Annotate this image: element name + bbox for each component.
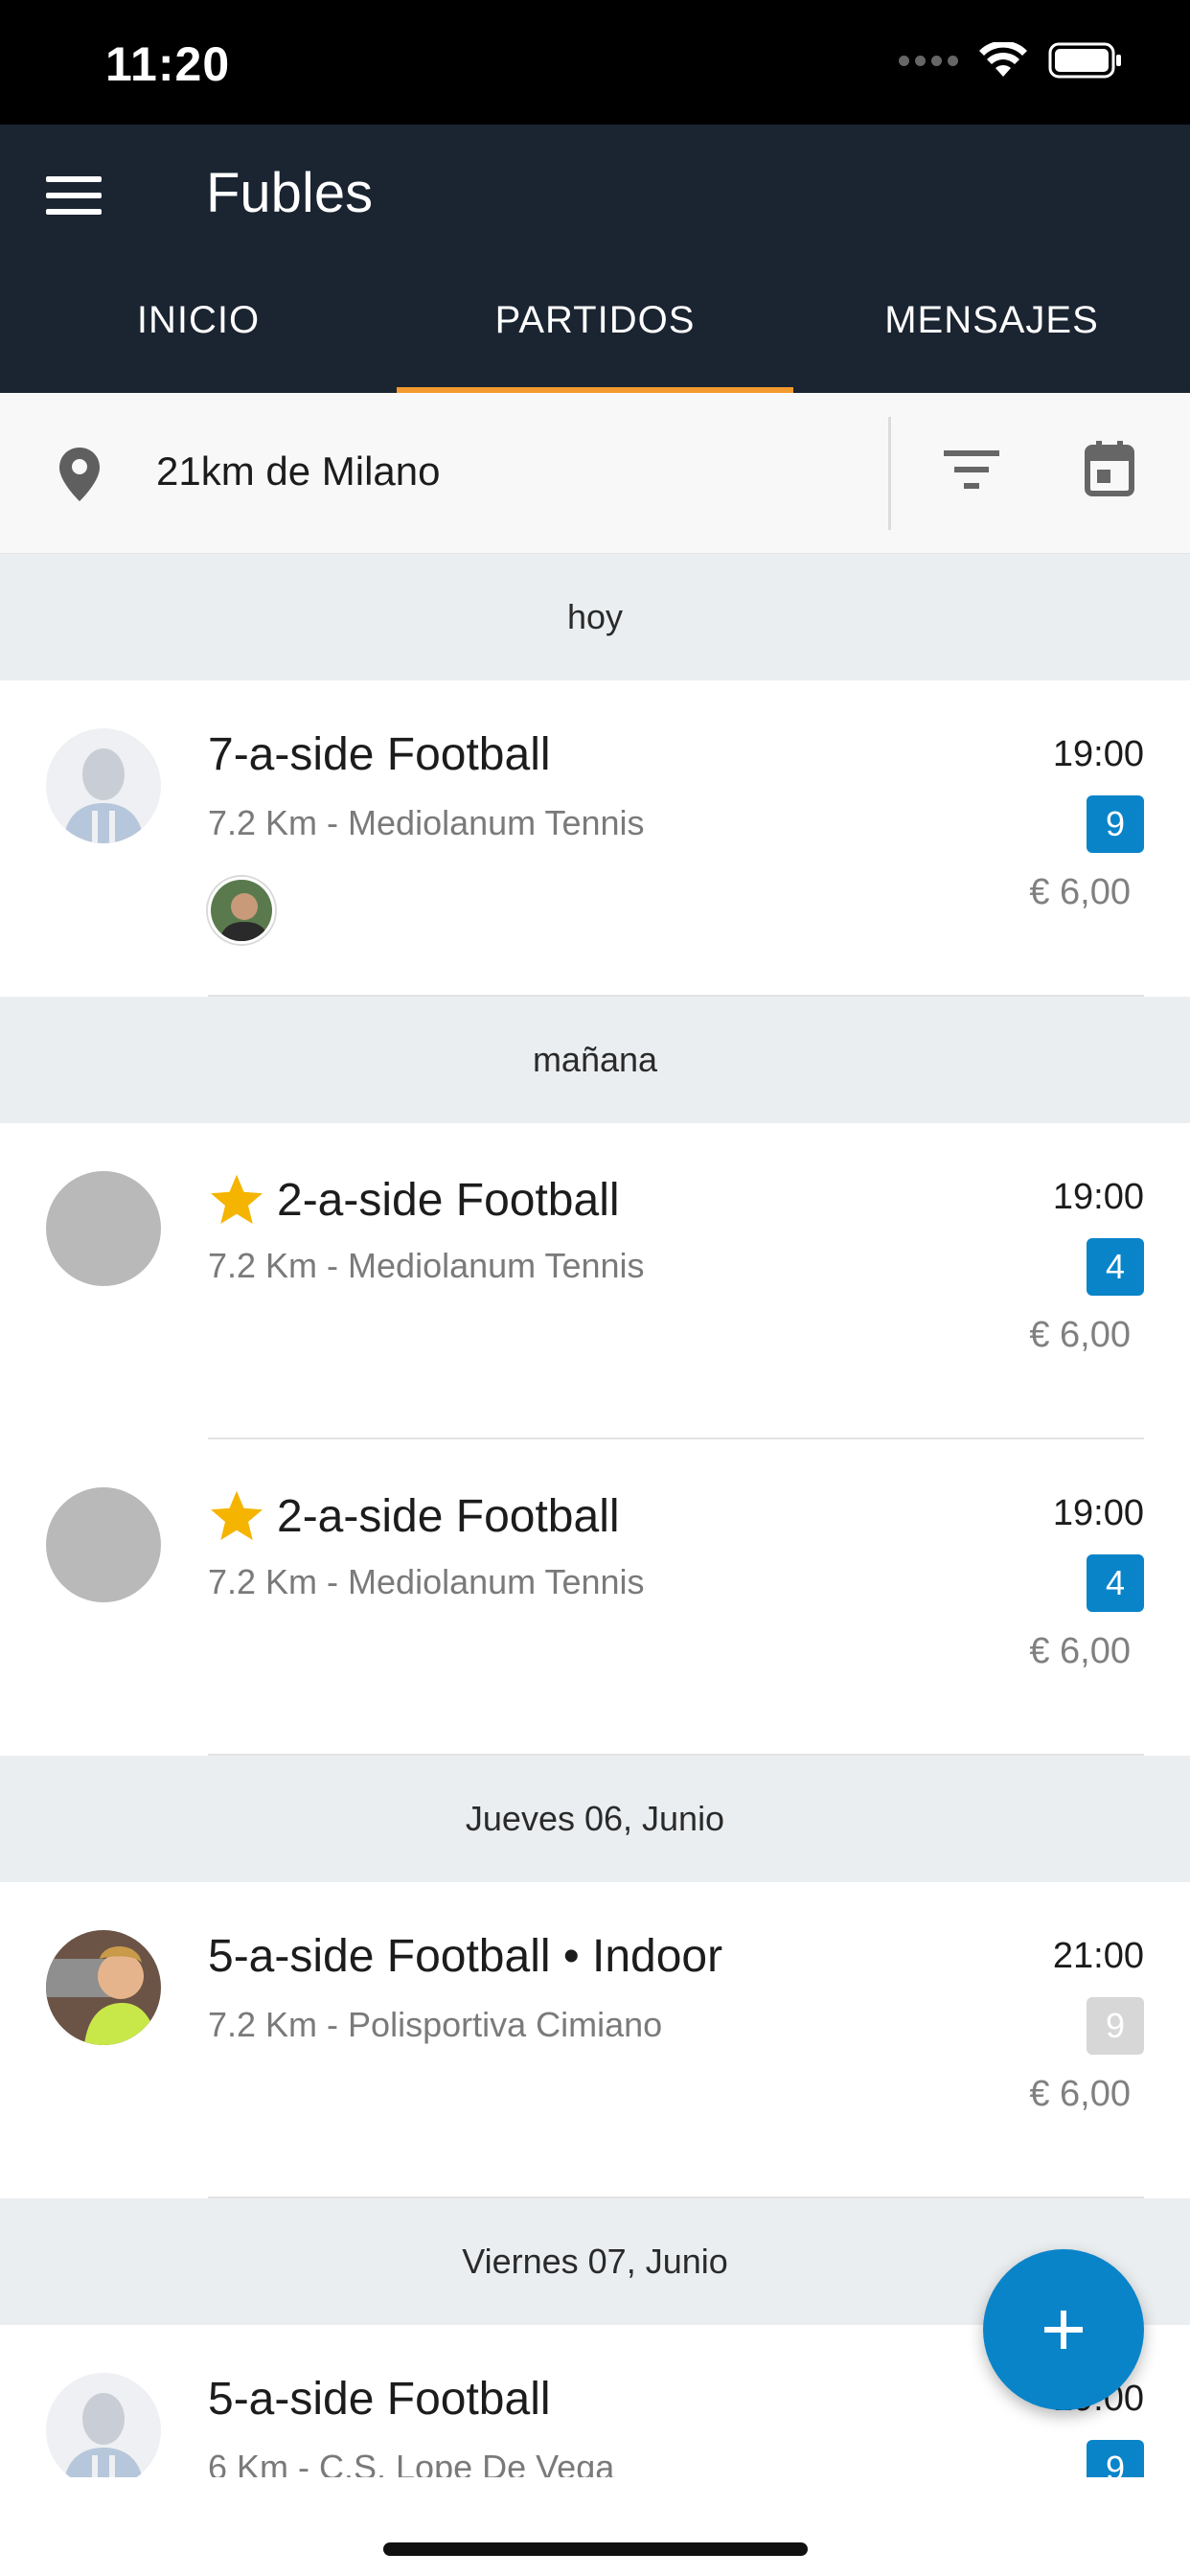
spots-badge: 4 <box>1087 1554 1144 1612</box>
match-time: 19:00 <box>1052 1177 1144 1217</box>
section-header-today: hoy <box>0 554 1190 680</box>
match-title: 7-a-side Football <box>208 729 551 780</box>
tab-inicio[interactable]: INICIO <box>0 259 397 393</box>
spots-badge: 9 <box>1087 795 1144 853</box>
location-selector[interactable]: 21km de Milano <box>156 448 440 494</box>
star-icon <box>211 1174 263 1224</box>
match-price: € 6,00 <box>1029 1631 1131 1671</box>
calendar-icon[interactable] <box>1085 441 1134 496</box>
match-list-item[interactable]: 2-a-side Football 7.2 Km - Mediolanum Te… <box>0 1439 1190 1756</box>
tab-partidos[interactable]: PARTIDOS <box>397 259 793 393</box>
match-title: 5-a-side Football • Indoor <box>208 1931 723 1982</box>
plus-icon <box>1044 2311 1083 2349</box>
app-bar: Fubles INICIO PARTIDOS MENSAJES <box>0 125 1190 393</box>
spots-badge: 9 <box>1087 2440 1144 2477</box>
location-filter-bar: 21km de Milano <box>0 393 1190 554</box>
battery-icon <box>1048 42 1121 79</box>
match-list-item[interactable]: 2-a-side Football 7.2 Km - Mediolanum Te… <box>0 1123 1190 1439</box>
hamburger-menu-icon[interactable] <box>46 167 103 224</box>
wifi-icon <box>979 42 1027 77</box>
match-price: € 6,00 <box>1029 1315 1131 1355</box>
organizer-avatar <box>46 728 161 843</box>
match-price: € 6,00 <box>1029 872 1131 912</box>
match-list-item[interactable]: 5-a-side Football • Indoor 7.2 Km - Poli… <box>0 1882 1190 2198</box>
match-list-item[interactable]: 7-a-side Football 7.2 Km - Mediolanum Te… <box>0 680 1190 997</box>
star-icon <box>211 1490 263 1540</box>
match-title: 2-a-side Football <box>277 1490 620 1542</box>
home-indicator-area <box>0 2477 1190 2576</box>
player-avatar <box>208 877 275 944</box>
status-icons <box>899 42 1123 79</box>
tab-bar: INICIO PARTIDOS MENSAJES <box>0 259 1190 393</box>
match-venue: 7.2 Km - Mediolanum Tennis <box>208 803 645 842</box>
status-bar: 11:20 <box>0 0 1190 125</box>
location-pin-icon[interactable] <box>57 446 102 503</box>
section-header-tomorrow: mañana <box>0 997 1190 1123</box>
home-indicator[interactable] <box>383 2542 808 2556</box>
organizer-avatar <box>46 1930 161 2045</box>
filter-icon[interactable] <box>944 448 999 491</box>
spots-badge: 9 <box>1087 1997 1144 2055</box>
section-header-thursday: Jueves 06, Junio <box>0 1756 1190 1882</box>
match-venue: 7.2 Km - Mediolanum Tennis <box>208 1562 645 1601</box>
add-match-button[interactable] <box>983 2249 1144 2410</box>
tab-mensajes[interactable]: MENSAJES <box>793 259 1190 393</box>
match-venue: 7.2 Km - Polisportiva Cimiano <box>208 2005 663 2044</box>
match-venue: 6 Km - C.S. Lope De Vega <box>208 2448 615 2477</box>
match-title: 2-a-side Football <box>277 1174 620 1226</box>
organizer-avatar <box>46 2373 161 2477</box>
match-price: € 6,00 <box>1029 2074 1131 2114</box>
organizer-avatar <box>46 1487 161 1602</box>
match-title-row: 2-a-side Football <box>208 1487 620 1545</box>
organizer-avatar <box>46 1171 161 1286</box>
match-time: 19:00 <box>1052 1493 1144 1533</box>
match-time: 19:00 <box>1052 734 1144 774</box>
filter-divider <box>888 417 891 530</box>
match-title-row: 2-a-side Football <box>208 1171 620 1229</box>
match-time: 21:00 <box>1052 1936 1144 1976</box>
cellular-signal-icon <box>899 55 958 66</box>
match-title: 5-a-side Football <box>208 2374 551 2425</box>
app-title: Fubles <box>206 162 374 224</box>
status-time: 11:20 <box>105 37 231 91</box>
match-venue: 7.2 Km - Mediolanum Tennis <box>208 1246 645 1285</box>
spots-badge: 4 <box>1087 1238 1144 1296</box>
